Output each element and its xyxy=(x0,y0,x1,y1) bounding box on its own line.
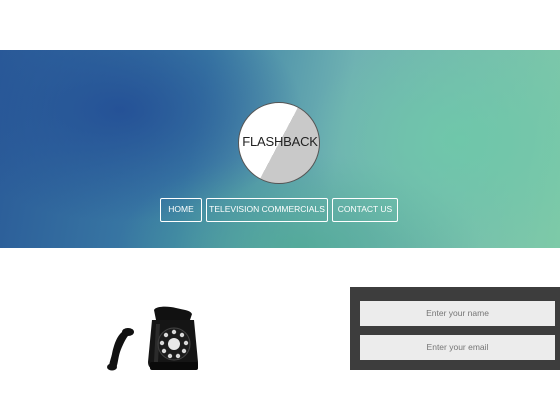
contact-form xyxy=(350,287,560,370)
main-nav: HOME TELEVISION COMMERCIALS CONTACT US xyxy=(0,198,560,222)
flashback-logo[interactable]: FLASHBACK xyxy=(238,102,320,184)
nav-contact-us-button[interactable]: CONTACT US xyxy=(332,198,398,222)
email-field[interactable] xyxy=(360,335,555,360)
hero-banner: FLASHBACK HOME TELEVISION COMMERCIALS CO… xyxy=(0,50,560,248)
nav-television-commercials-button[interactable]: TELEVISION COMMERCIALS xyxy=(206,198,328,222)
logo-text: FLASHBACK xyxy=(242,134,318,149)
rotary-telephone-icon xyxy=(104,302,200,374)
name-field[interactable] xyxy=(360,301,555,326)
nav-home-button[interactable]: HOME xyxy=(160,198,202,222)
